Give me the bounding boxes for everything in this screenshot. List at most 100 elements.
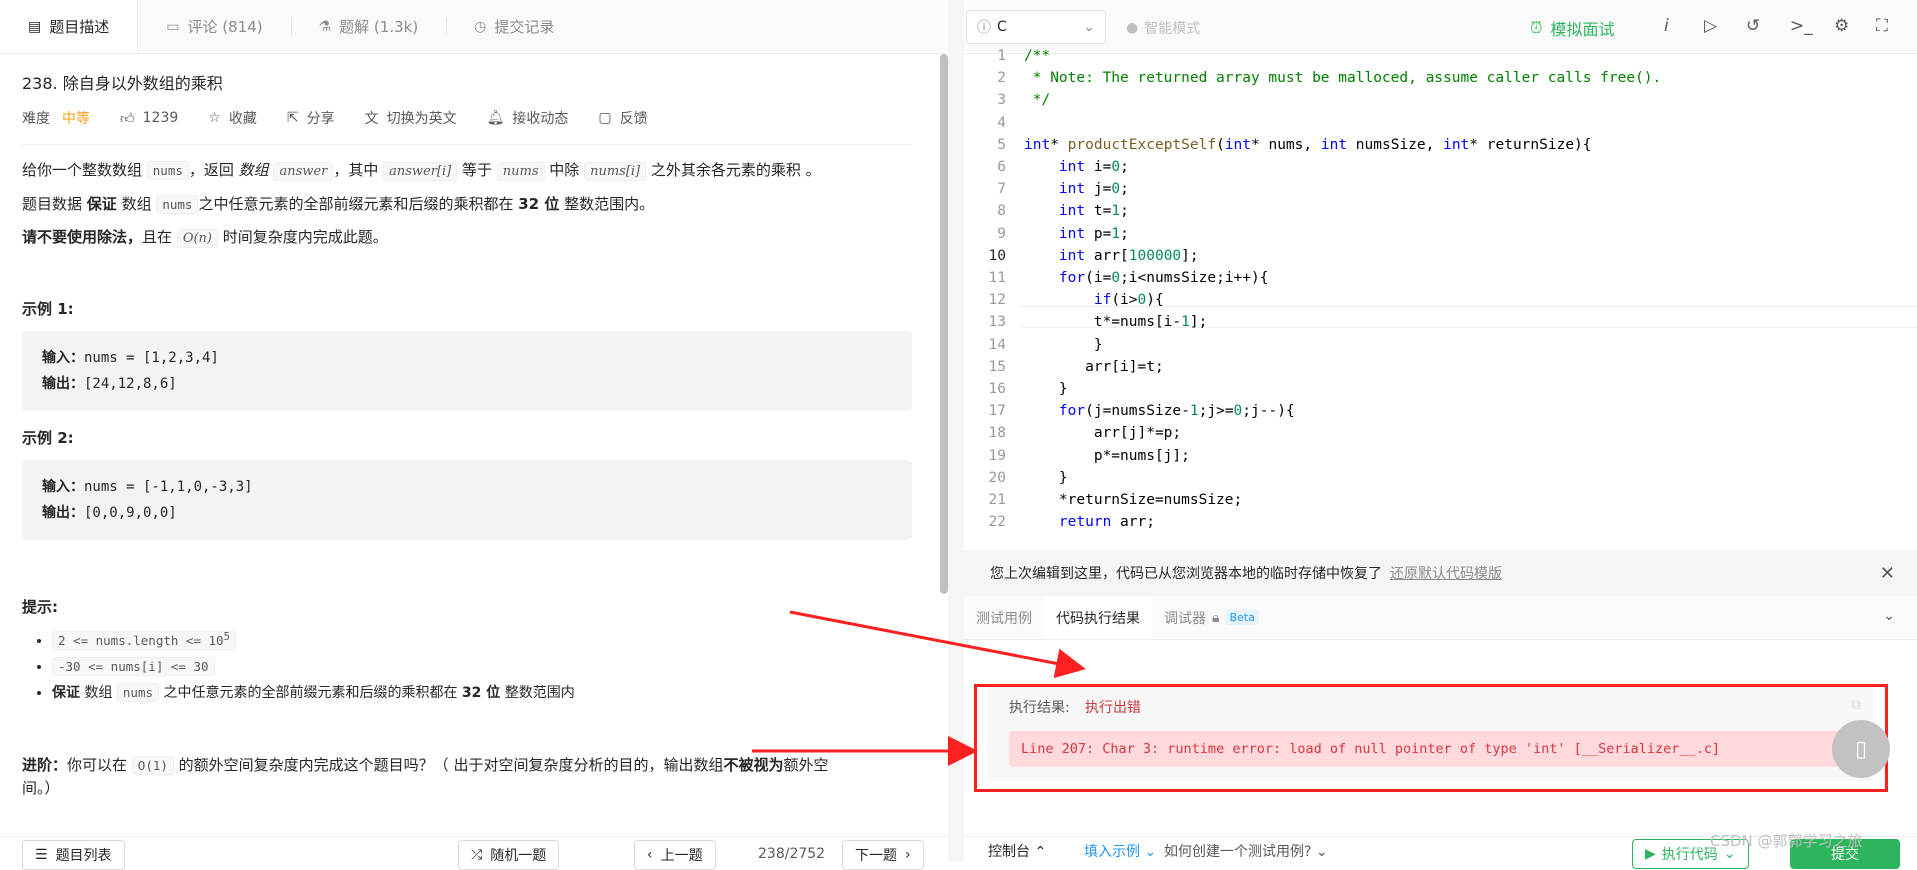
info-italic-icon[interactable]: i — [1664, 16, 1669, 36]
code-line[interactable]: p*=nums[j]; — [1024, 448, 1190, 464]
console-toggle[interactable]: 控制台 ⌃ — [988, 841, 1046, 861]
code-line[interactable]: for(j=numsSize-1;j>=0;j--){ — [1024, 403, 1295, 419]
tab-testcases[interactable]: 测试用例 — [964, 596, 1044, 639]
description-icon: ▤ — [28, 18, 42, 35]
favorite-button[interactable]: ☆ 收藏 — [208, 108, 257, 128]
shuffle-icon: ⤮ — [471, 847, 483, 863]
code-line[interactable]: arr[j]*=p; — [1024, 425, 1181, 441]
code-line[interactable]: return arr; — [1024, 514, 1155, 530]
close-icon[interactable]: ✕ — [1880, 563, 1895, 584]
difficulty-value: 中等 — [62, 111, 90, 127]
code-line[interactable]: *returnSize=numsSize; — [1024, 492, 1242, 508]
language-select[interactable]: ⓘ C ⌄ — [966, 10, 1106, 44]
tab-label: 题解 (1.3k) — [339, 18, 419, 36]
line-number: 7 — [997, 181, 1006, 198]
next-problem-button[interactable]: 下一题 › — [842, 840, 924, 870]
comment-icon: ▭ — [166, 18, 180, 35]
line-number: 21 — [988, 492, 1006, 508]
hint-item: 保证 数组 nums 之中任意元素的全部前缀元素和后缀的乘积都在 32 位 整数… — [52, 680, 912, 706]
example-2-title: 示例 2: — [22, 429, 74, 447]
prev-problem-button[interactable]: ‹ 上一题 — [634, 840, 716, 870]
panel-resizer[interactable] — [948, 0, 964, 862]
line-number: 15 — [988, 358, 1006, 375]
code-line[interactable]: t*=nums[i-1]; — [1024, 314, 1208, 330]
play-icon: ▶ — [1645, 846, 1656, 862]
fill-example-button[interactable]: 填入示例 ⌄ — [1084, 841, 1156, 861]
translate-icon: 文 — [364, 111, 379, 127]
code-line[interactable]: int j=0; — [1024, 181, 1129, 197]
bell-icon: 🔔︎ — [486, 110, 505, 126]
line-number: 17 — [988, 403, 1006, 420]
info-icon: ⓘ — [977, 20, 991, 36]
flask-icon: ⚗ — [318, 18, 332, 35]
divider — [22, 144, 912, 145]
console-tabs: 测试用例 代码执行结果 调试器 🔒︎ Beta ⌄ — [964, 596, 1917, 640]
line-number: 10 — [988, 247, 1006, 264]
editor-panel: ⓘ C ⌄ ● 智能模式 ⏰︎ 模拟面试 i ▷ ↺ >_ ⚙ ⛶ 123456… — [964, 0, 1917, 869]
code-line[interactable]: for(i=0;i<numsSize;i++){ — [1024, 270, 1269, 286]
share-icon: ⇱ — [286, 110, 299, 126]
code-line[interactable]: } — [1024, 381, 1068, 397]
code-line[interactable]: */ — [1024, 92, 1050, 108]
like-button[interactable]: 👍︎ 1239 — [120, 110, 178, 127]
watermark: CSDN @郭郭学习之旅 — [1710, 832, 1863, 850]
code-line[interactable]: * Note: The returned array must be mallo… — [1024, 70, 1662, 86]
editor-toolbar: ⓘ C ⌄ ● 智能模式 ⏰︎ 模拟面试 i ▷ ↺ >_ ⚙ ⛶ — [964, 0, 1917, 54]
run-result-content: 执行结果: 执行出错 ⧉ Line 207: Char 3: runtime e… — [987, 687, 1873, 781]
code-line[interactable]: int t=1; — [1024, 203, 1129, 219]
code-line[interactable]: /** — [1024, 48, 1050, 64]
tab-debugger[interactable]: 调试器 🔒︎ Beta — [1152, 596, 1271, 639]
chevron-down-icon: ⌄ — [1083, 19, 1095, 35]
tab-solutions[interactable]: ⚗ 题解 (1.3k) — [290, 0, 447, 53]
code-line[interactable]: arr[i]=t; — [1024, 359, 1164, 375]
mock-interview-button[interactable]: ⏰︎ 模拟面试 — [1530, 16, 1615, 40]
terminal-icon[interactable]: >_ — [1790, 16, 1813, 36]
share-button[interactable]: ⇱ 分享 — [287, 108, 335, 128]
howto-testcase-link[interactable]: 如何创建一个测试用例? ⌄ — [1164, 841, 1328, 861]
code-line[interactable]: } — [1024, 337, 1103, 353]
tab-run-result[interactable]: 代码执行结果 — [1044, 596, 1152, 639]
clock-icon: ◷ — [474, 18, 487, 35]
line-number: 16 — [988, 381, 1006, 397]
tab-comments[interactable]: ▭ 评论 (814) — [138, 0, 290, 53]
line-number: 22 — [988, 514, 1006, 531]
line-number: 2 — [997, 70, 1006, 87]
line-number: 14 — [988, 336, 1006, 353]
problem-scrollbar[interactable] — [940, 54, 948, 594]
restore-notice: 您上次编辑到这里，代码已从您浏览器本地的临时存储中恢复了 还原默认代码模版 ✕ — [964, 550, 1917, 596]
reset-icon[interactable]: ↺ — [1746, 16, 1760, 36]
feedback-button[interactable]: ▢ 反馈 — [598, 108, 647, 128]
problem-list-button[interactable]: ☰ 题目列表 — [22, 840, 125, 870]
code-editor[interactable]: 1 2 3 4 5 6 7 8 9 10 11 12 13 14 15 16 17 18 19 20 21 22 /** … — [964, 48, 1917, 544]
problem-tabs: ▤ 题目描述 ▭ 评论 (814) ⚗ 题解 (1.3k) ◷ 提交记录 — [0, 0, 948, 54]
code-line[interactable]: } — [1024, 470, 1068, 486]
tab-description[interactable]: ▤ 题目描述 — [0, 0, 139, 53]
smart-mode-toggle[interactable]: ● 智能模式 — [1126, 18, 1200, 38]
code-line[interactable]: if(i>0){ — [1024, 292, 1164, 308]
random-problem-button[interactable]: ⤮ 随机一题 — [458, 840, 560, 870]
problem-panel: ▤ 题目描述 ▭ 评论 (814) ⚗ 题解 (1.3k) ◷ 提交记录 238… — [0, 0, 948, 870]
notes-float-button[interactable]: ▯ — [1832, 720, 1890, 778]
play-icon[interactable]: ▷ — [1704, 16, 1717, 36]
desc-paragraph-1: 给你一个整数数组 nums ，返回 数组 answer ，其中 answer[i] … — [22, 161, 821, 181]
line-number: 11 — [988, 270, 1006, 286]
subscribe-button[interactable]: 🔔︎ 接收动态 — [487, 108, 569, 128]
problem-meta: 难度 中等 👍︎ 1239 ☆ 收藏 ⇱ 分享 文切换为英文 🔔︎ 接收动态 ▢ 反馈 — [22, 108, 912, 128]
copy-icon[interactable]: ⧉ — [1851, 697, 1861, 713]
tab-label: 题目描述 — [49, 18, 110, 36]
line-number: 20 — [988, 469, 1006, 486]
line-number: 9 — [997, 225, 1006, 242]
code-line[interactable]: int* productExceptSelf(int* nums, int nu… — [1024, 137, 1592, 153]
restore-default-link[interactable]: 还原默认代码模版 — [1390, 563, 1502, 583]
code-line[interactable]: int arr[100000]; — [1024, 248, 1199, 264]
settings-icon[interactable]: ⚙ — [1834, 16, 1849, 36]
chevron-down-icon[interactable]: ⌄ — [1883, 608, 1895, 624]
translate-button[interactable]: 文切换为英文 — [365, 108, 457, 128]
code-line[interactable]: int p=1; — [1024, 226, 1129, 242]
hint-item: 2 <= nums.length <= 105 — [52, 625, 912, 654]
problem-content: 238. 除自身以外数组的乘积 难度 中等 👍︎ 1239 ☆ 收藏 ⇱ 分享 文切换… — [22, 70, 912, 799]
tab-submissions[interactable]: ◷ 提交记录 — [446, 0, 582, 53]
line-number: 18 — [988, 425, 1006, 442]
code-line[interactable]: int i=0; — [1024, 159, 1129, 175]
fullscreen-icon[interactable]: ⛶ — [1876, 16, 1888, 36]
